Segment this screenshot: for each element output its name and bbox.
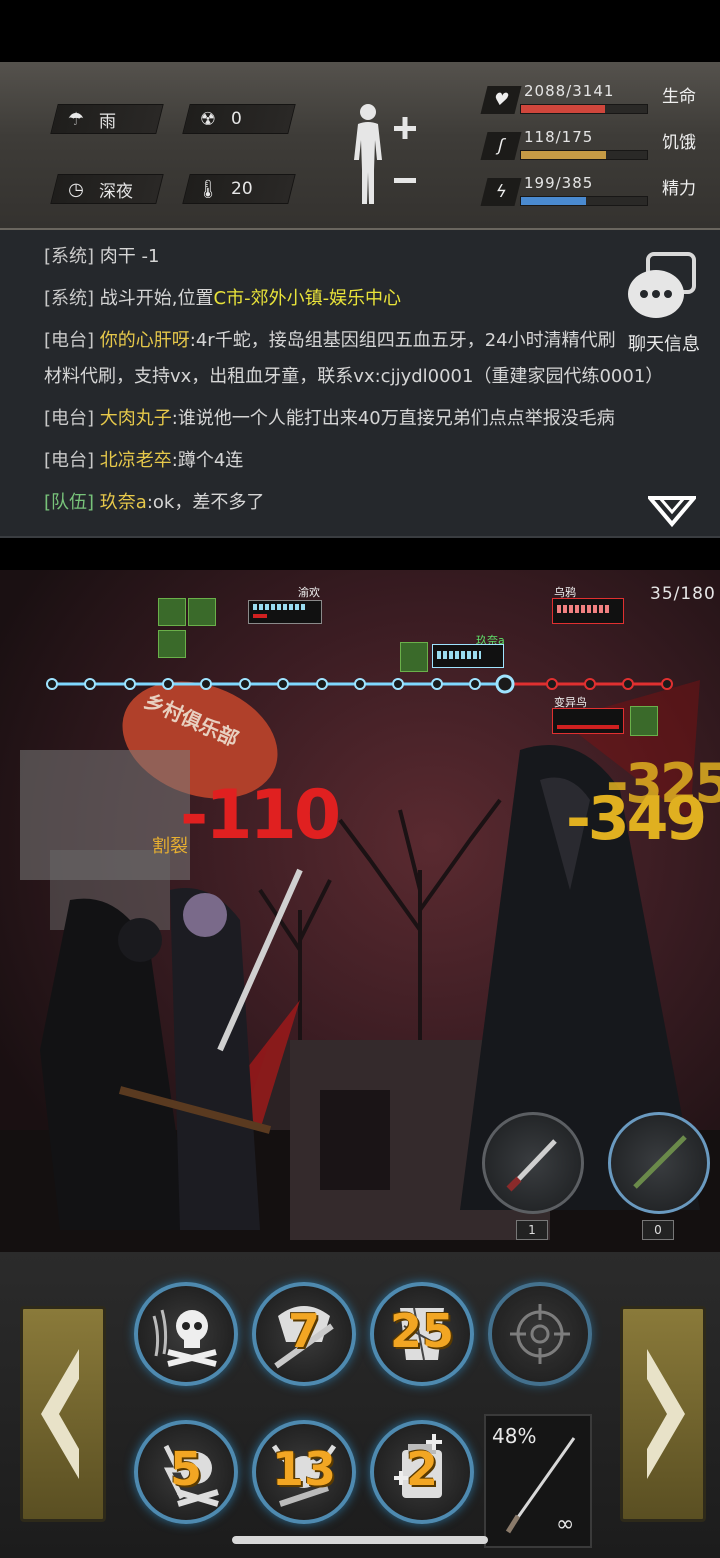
temperature-box: 🌡 20	[182, 174, 296, 204]
chat-line: [队伍] 玖奈a:ok，差不多了	[44, 492, 265, 513]
chevron-down-icon[interactable]	[648, 492, 696, 528]
hunger-fill	[521, 151, 606, 159]
skill-shatter[interactable]: 25	[370, 1282, 474, 1386]
time-label: 深夜	[99, 181, 133, 202]
energy-bar: ϟ 199/385 精力	[480, 174, 704, 208]
chat-line: [电台] 大肉丸子:谁说他一个人能打出来40万直接兄弟们点点举报没毛病	[44, 408, 615, 429]
buff-icon	[158, 630, 186, 658]
enemy-1-hp-bar	[552, 598, 624, 624]
radiation-value: 0	[231, 109, 242, 129]
weather-box: ☂ 雨	[50, 104, 164, 134]
skill-bull[interactable]: 7	[252, 1282, 356, 1386]
damage-number: -110	[180, 776, 341, 855]
clock-icon: ◷	[68, 178, 84, 200]
skill-bar	[0, 1252, 720, 1558]
skill-horned-skull[interactable]: 13	[252, 1420, 356, 1524]
previous-button[interactable]	[20, 1306, 106, 1522]
ally-character-2	[170, 888, 260, 1230]
health-value: 2088/3141	[524, 82, 615, 100]
chat-info-label[interactable]: 聊天信息	[628, 330, 700, 356]
buff-icon	[158, 598, 186, 626]
chat-info-icon[interactable]	[626, 250, 698, 320]
chat-line: [电台] 你的心肝呀:4r千蛇，接岛组基因组四五血五牙，24小时清精代刷	[44, 330, 616, 351]
ally-character-1	[40, 898, 190, 1230]
body-status-button[interactable]	[352, 100, 422, 210]
hunger-label: 饥饿	[662, 133, 696, 153]
chat-line: [系统] 肉干 -1	[44, 246, 160, 267]
hunger-value: 118/175	[524, 128, 594, 146]
skill-count: 7	[287, 1304, 320, 1358]
energy-fill	[521, 197, 587, 205]
status-panel: ☂ 雨 ☢ 0 ◷ 深夜 🌡 20 ♥ 2088/3141 生命 ʃ 118/175 饥…	[0, 62, 720, 230]
energy-value: 199/385	[524, 174, 594, 192]
health-fill	[521, 105, 605, 113]
skill-lightning-skull[interactable]: 5	[134, 1420, 238, 1524]
temperature-value: 20	[231, 179, 253, 199]
chevron-left-icon	[41, 1349, 79, 1479]
weapon-slot-2-count: 0	[642, 1220, 674, 1240]
chat-line: 材料代刷，支持vx，出租血牙童，联系vx:cjjydl0001（重建家园代练00…	[44, 366, 664, 387]
ally-2-hp-bar	[432, 644, 504, 668]
weapon-ammo: ∞	[556, 1512, 575, 1537]
time-box: ◷ 深夜	[50, 174, 164, 204]
energy-icon: ϟ	[480, 178, 522, 206]
next-button[interactable]	[620, 1306, 706, 1522]
chat-line: [系统] 战斗开始,位置C市-郊外小镇-娱乐中心	[44, 288, 402, 309]
thermometer-icon: 🌡	[196, 178, 220, 200]
skill-count: 5	[169, 1442, 202, 1496]
battle-scene: 渝欢 玖奈a 乌鸦 35/180 变异鸟 乡村俱乐部 -110 割裂 -325 …	[0, 570, 720, 1252]
bleed-status: 割裂	[152, 836, 188, 857]
ally-1-hp-bar	[248, 600, 322, 624]
energy-label: 精力	[662, 179, 696, 199]
crosshair-icon	[510, 1304, 570, 1364]
katana-icon	[505, 1437, 576, 1534]
home-indicator[interactable]	[232, 1536, 488, 1544]
chevron-right-icon	[647, 1349, 685, 1479]
health-bar: ♥ 2088/3141 生命	[480, 82, 704, 116]
buff-icon	[630, 706, 658, 736]
weapon-slot-1[interactable]	[482, 1112, 584, 1214]
radiation-box: ☢ 0	[182, 104, 296, 134]
wave-counter: 35/180	[650, 584, 716, 604]
chat-line: [电台] 北凉老卒:蹲个4连	[44, 450, 244, 471]
weather-label: 雨	[99, 111, 116, 132]
poison-skull-icon	[152, 1309, 217, 1367]
buff-icon	[188, 598, 216, 626]
skill-count: 2	[405, 1442, 438, 1496]
skill-medkit[interactable]: 2	[370, 1420, 474, 1524]
weapon-slot-1-count: 1	[516, 1220, 548, 1240]
equipped-weapon-card[interactable]: 48% ∞	[484, 1414, 592, 1548]
skill-poison-skull[interactable]	[134, 1282, 238, 1386]
ally-buff-icons	[158, 598, 244, 658]
skill-count: 13	[271, 1442, 336, 1496]
radiation-icon: ☢	[199, 108, 217, 130]
stomach-icon: ʃ	[480, 132, 522, 160]
enemy-2-hp-bar	[552, 708, 624, 734]
turn-timeline	[46, 674, 673, 694]
hunger-bar: ʃ 118/175 饥饿	[480, 128, 704, 162]
ally-name-tag: 渝欢	[298, 586, 320, 599]
damage-number: -349	[566, 784, 707, 854]
skill-count: 25	[389, 1304, 454, 1358]
buff-icon	[400, 642, 428, 672]
health-label: 生命	[662, 87, 696, 107]
rain-icon: ☂	[67, 108, 85, 130]
skill-aim[interactable]	[488, 1282, 592, 1386]
weapon-slot-2[interactable]	[608, 1112, 710, 1214]
heart-icon: ♥	[480, 86, 522, 114]
